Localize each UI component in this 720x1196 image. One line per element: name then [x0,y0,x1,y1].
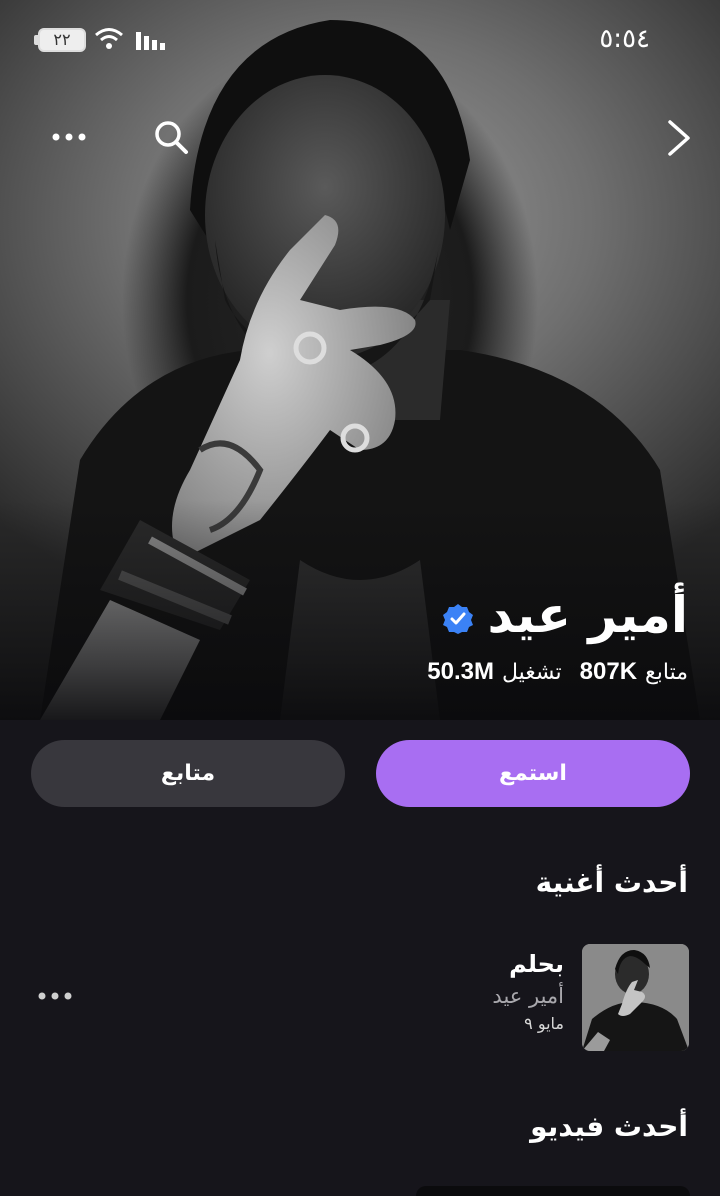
search-icon[interactable] [152,118,192,158]
followers-stat: متابع 807K [580,658,688,686]
battery-icon: ٢٢ [38,28,86,52]
more-horizontal-icon[interactable] [50,122,90,152]
plays-stat: تشغيل 50.3M [427,658,561,686]
followers-count: 807K [579,658,638,685]
followers-label: متابع [645,660,688,685]
artist-stats: متابع 807K تشغيل 50.3M [427,658,688,686]
artist-name: أمير عيد [487,586,688,644]
status-bar: ٢٢ ٥:٥٤ [0,0,720,80]
latest-video-heading: أحدث فيديو [530,1110,688,1143]
artist-header: أمير عيد [442,580,688,650]
latest-video-thumbnail[interactable] [416,1186,690,1196]
song-title: بحلم [509,950,564,978]
plays-label: تشغيل [501,660,562,685]
latest-song-heading: أحدث أغنية [535,866,688,899]
signal-icon [136,32,165,50]
listen-button[interactable]: استمع [376,740,690,807]
latest-song-item[interactable]: بحلم أمير عيد مايو ٩ [0,944,720,1052]
wifi-icon [95,28,123,49]
chevron-right-icon[interactable] [660,116,700,160]
song-thumbnail [582,944,689,1051]
song-more-options-icon[interactable] [36,986,76,1006]
plays-count: 50.3M [427,658,494,685]
verified-badge-icon [442,604,473,634]
song-release-date: مايو ٩ [524,1014,564,1033]
song-cover-image [582,944,689,1051]
song-artist: أمير عيد [492,984,564,1008]
follow-button[interactable]: متابع [31,740,345,807]
song-info: بحلم أمير عيد مايو ٩ [492,950,564,1033]
artist-page: ٢٢ ٥:٥٤ أمير عيد متابع 807K تشغيل 50.3M … [0,0,720,1196]
status-time: ٥:٥٤ [599,24,650,54]
